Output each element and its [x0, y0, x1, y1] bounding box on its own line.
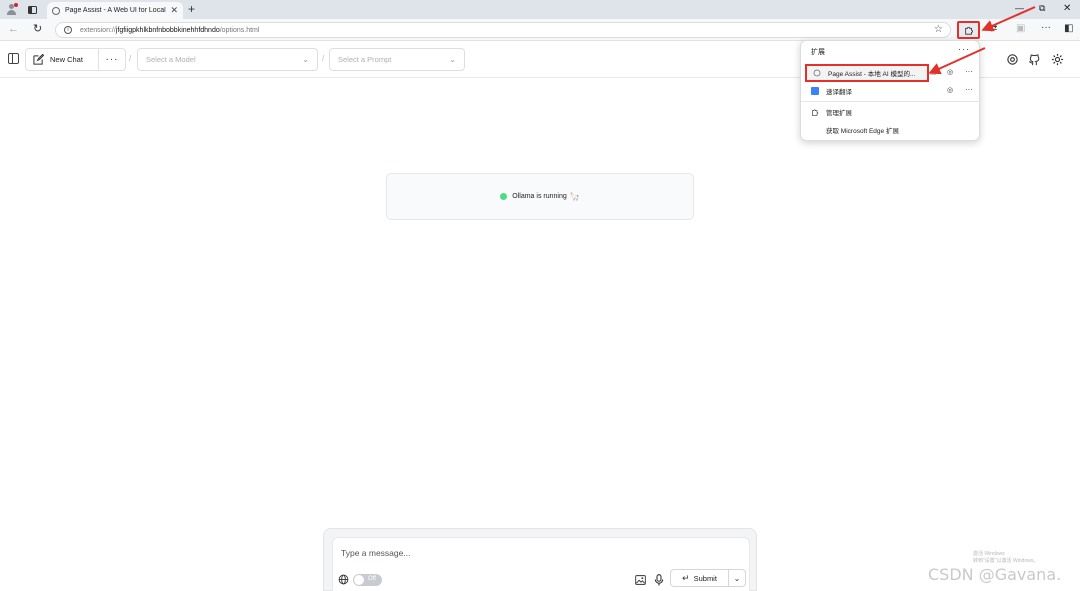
submit-button[interactable]: ↵ Submit	[671, 570, 729, 586]
extension-item-page-assist[interactable]: Page Assist - 本地 AI 模型的...	[805, 64, 929, 82]
address-bar[interactable]: i extension://jfgfiigpkhlkbnfnbobbkinehh…	[55, 22, 951, 38]
info-icon[interactable]: i	[64, 26, 72, 34]
panel-more-icon[interactable]: ···	[958, 44, 970, 54]
csdn-watermark: CSDN @Gavana.	[928, 565, 1062, 584]
get-extensions-label: 获取 Microsoft Edge 扩展	[826, 128, 899, 135]
gear-icon[interactable]	[1051, 53, 1064, 66]
minimize-button[interactable]: —	[1015, 3, 1024, 13]
back-arrow-icon[interactable]: ←	[8, 23, 19, 35]
image-upload-icon[interactable]	[635, 575, 646, 585]
submit-label: Submit	[693, 573, 717, 583]
globe-icon[interactable]	[338, 574, 349, 585]
new-chat-button[interactable]: New Chat	[26, 49, 99, 70]
composer-box: Off ↵ Submit ⌄	[332, 537, 750, 591]
tab-close-icon[interactable]: ✕	[170, 5, 178, 16]
visibility-icon[interactable]: ◎	[947, 68, 953, 76]
prompt-select[interactable]: Select a Prompt ⌄	[329, 48, 465, 71]
collections-icon[interactable]: ▣	[1016, 23, 1025, 34]
chevron-down-icon[interactable]: ⌄	[729, 574, 745, 583]
extension-label: Page Assist - 本地 AI 模型的...	[828, 71, 916, 78]
new-chat-group: New Chat ···	[25, 48, 126, 71]
manage-extensions-label: 管理扩展	[826, 110, 852, 117]
extensions-button[interactable]	[957, 21, 980, 39]
status-text: Ollama is running	[512, 193, 567, 200]
url-scheme: extension://	[80, 26, 116, 34]
close-window-button[interactable]: ✕	[1063, 3, 1071, 14]
visibility-icon[interactable]: ◎	[947, 86, 953, 94]
url-path: /options.html	[219, 26, 260, 34]
breadcrumb-separator: /	[129, 54, 132, 63]
split-screen-icon[interactable]: ⇄	[989, 23, 997, 34]
extensions-panel: 扩展 ··· Page Assist - 本地 AI 模型的... ▭ ◎ ··…	[800, 40, 981, 141]
status-indicator	[500, 193, 508, 200]
microphone-icon[interactable]	[654, 574, 664, 586]
message-composer: Off ↵ Submit ⌄	[323, 528, 757, 591]
profile-icon[interactable]	[5, 3, 18, 16]
new-tab-button[interactable]: +	[188, 2, 195, 16]
browser-toolbar: ← ↻ i extension://jfgfiigpkhlkbnfnbobbki…	[0, 19, 1080, 41]
translate-icon	[811, 87, 819, 95]
manage-extensions-item[interactable]: 管理扩展	[805, 103, 977, 121]
chevron-down-icon: ⌄	[302, 55, 309, 64]
settings-cog-icon[interactable]	[1006, 53, 1019, 66]
toggle-label: Off	[368, 576, 376, 582]
extensions-panel-title: 扩展	[811, 49, 825, 56]
breadcrumb-separator: /	[322, 54, 325, 63]
settings-more-icon[interactable]: ···	[1041, 22, 1051, 33]
get-extensions-item[interactable]: 获取 Microsoft Edge 扩展	[805, 121, 977, 139]
model-select-placeholder: Select a Model	[146, 55, 196, 64]
chevron-down-icon: ⌄	[449, 55, 456, 64]
toggle-knob	[354, 575, 364, 585]
reload-icon[interactable]: ↻	[33, 22, 42, 35]
prompt-select-placeholder: Select a Prompt	[338, 55, 392, 64]
chat-bubble-icon	[813, 69, 821, 77]
puzzle-icon	[812, 109, 819, 116]
sidebar-icon[interactable]: ◧	[1064, 23, 1073, 34]
item-more-icon[interactable]: ···	[965, 85, 973, 94]
pin-icon[interactable]: ▭	[930, 69, 937, 77]
enter-icon: ↵	[682, 572, 690, 583]
tab-actions-icon[interactable]	[26, 3, 39, 16]
github-icon[interactable]	[1028, 53, 1041, 66]
chat-bubble-icon	[52, 6, 60, 15]
submit-group: ↵ Submit ⌄	[670, 569, 746, 587]
favorite-star-icon[interactable]: ☆	[934, 24, 943, 35]
new-chat-label: New Chat	[50, 55, 83, 64]
url-host: jfgfiigpkhlkbnfnbobbkinehhfdhndo	[115, 26, 220, 34]
activate-windows-watermark: 激活 Windows 转到"设置"以激活 Windows。	[973, 551, 1038, 565]
restore-button[interactable]: ⧉	[1039, 3, 1045, 14]
status-card: Ollama is running 🦙	[386, 173, 694, 220]
model-select[interactable]: Select a Model ⌄	[137, 48, 318, 71]
activate-line2: 转到"设置"以激活 Windows。	[973, 558, 1039, 564]
llama-icon: 🦙	[569, 192, 580, 201]
panel-divider	[801, 101, 981, 102]
browser-tab[interactable]: Page Assist - A Web UI for Local AI ✕	[47, 2, 183, 19]
puzzle-icon	[964, 26, 973, 35]
browser-titlebar: Page Assist - A Web UI for Local AI ✕ + …	[0, 0, 1080, 19]
edit-icon	[33, 54, 44, 65]
more-options-button[interactable]: ···	[99, 54, 125, 65]
web-search-toggle[interactable]: Off	[353, 574, 382, 586]
message-input[interactable]	[341, 548, 741, 558]
tab-title: Page Assist - A Web UI for Local AI	[65, 7, 167, 14]
sidebar-toggle-icon[interactable]	[8, 53, 19, 64]
item-more-icon[interactable]: ···	[965, 67, 973, 76]
activate-line1: 激活 Windows	[973, 551, 1005, 557]
extension-label: 速译翻译	[826, 89, 852, 96]
